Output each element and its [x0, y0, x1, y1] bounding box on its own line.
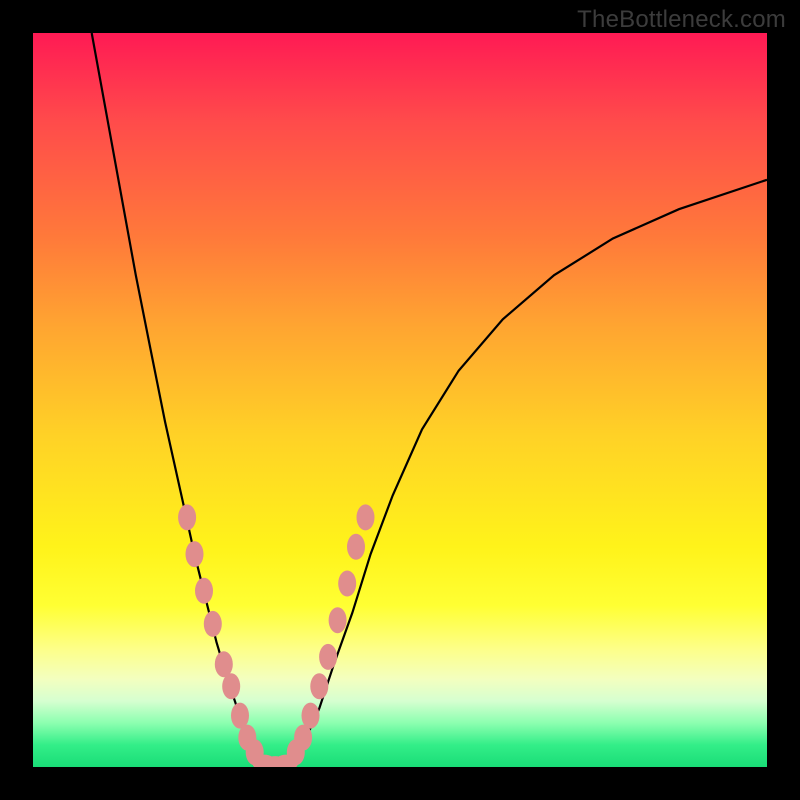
left-curve: [92, 33, 261, 763]
plot-area: [33, 33, 767, 767]
data-marker: [186, 541, 204, 567]
data-marker: [302, 703, 320, 729]
data-marker: [204, 611, 222, 637]
data-marker: [319, 644, 337, 670]
data-marker: [215, 651, 233, 677]
curve-svg: [33, 33, 767, 767]
watermark-text: TheBottleneck.com: [577, 6, 786, 34]
data-marker: [329, 607, 347, 633]
data-marker: [178, 504, 196, 530]
data-marker: [195, 578, 213, 604]
chart-frame: TheBottleneck.com: [0, 0, 800, 800]
data-marker: [222, 673, 240, 699]
data-marker: [357, 504, 375, 530]
right-curve: [290, 180, 767, 764]
data-marker: [338, 571, 356, 597]
data-marker: [347, 534, 365, 560]
data-marker: [310, 673, 328, 699]
